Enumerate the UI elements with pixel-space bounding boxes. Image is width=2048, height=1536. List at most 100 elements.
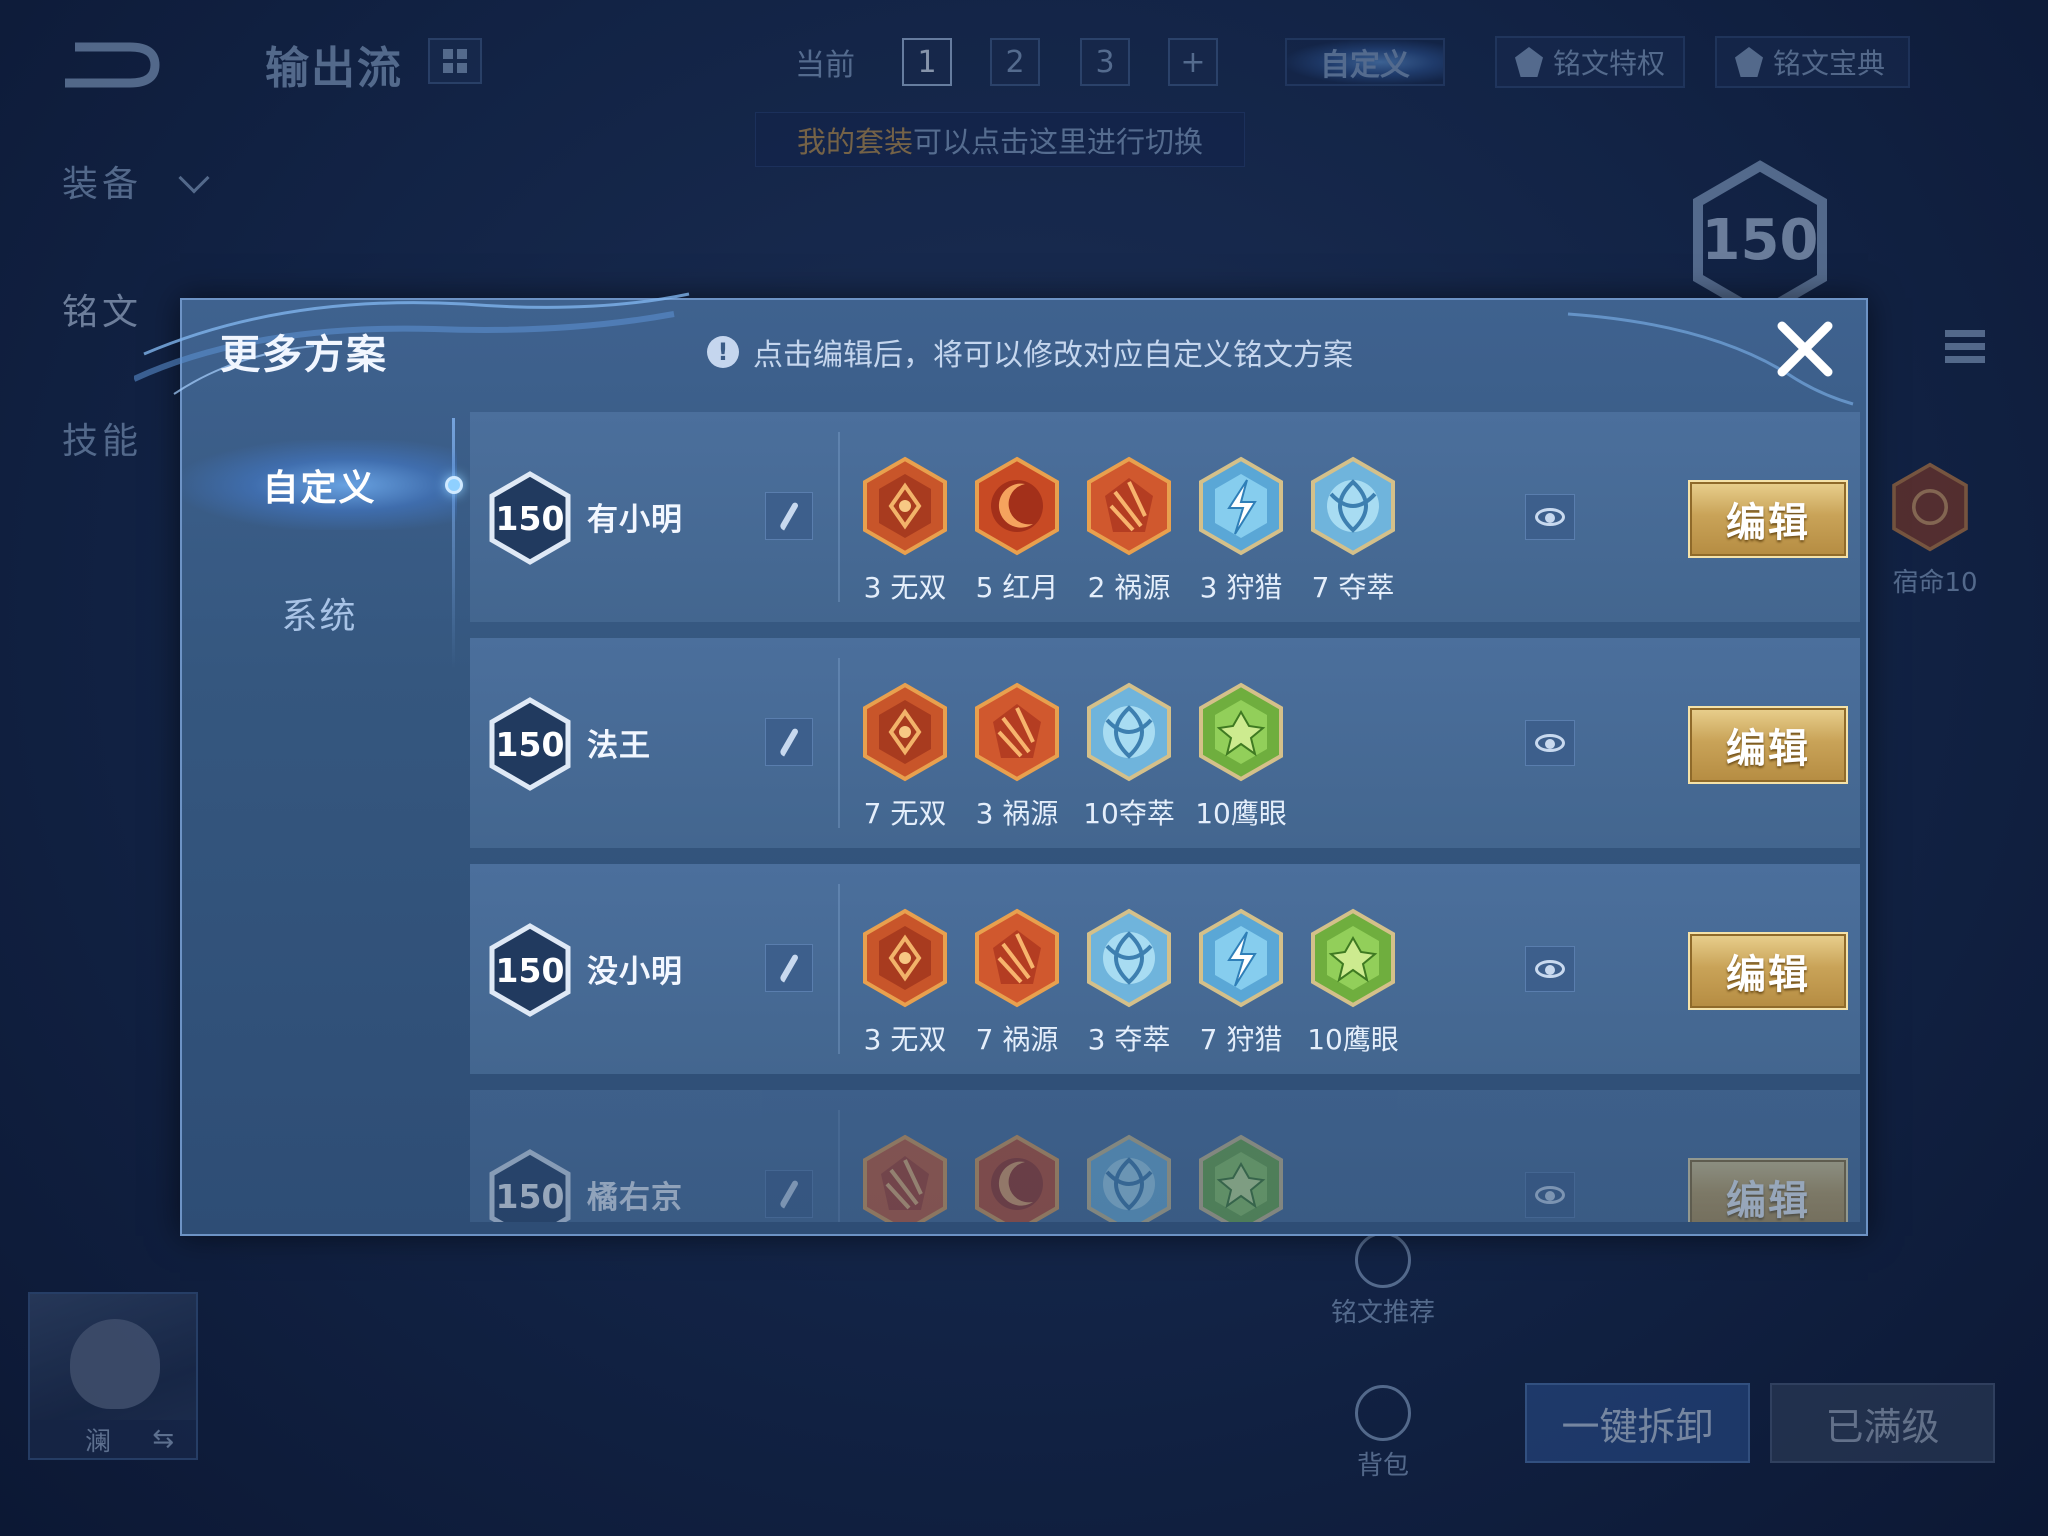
edit-button[interactable]: 编辑 [1688,1158,1848,1222]
tab-set-2[interactable]: 2 [990,38,1040,86]
close-icon [1777,321,1833,377]
total-level-value: 150 [1701,207,1819,273]
plan-row[interactable]: 150 有小明 3 无双 5 红月 2 祸源 3 狩猎 7 夺萃 编辑 [470,412,1860,622]
rune-codex-button[interactable]: 铭文宝典 [1715,36,1910,88]
rune-label: 3 无双 [863,571,947,604]
rune-label: 7 狩猎 [1199,1023,1283,1056]
rune-wushuang-icon [861,456,949,556]
fate-rune-slot[interactable]: 宿命10 [1885,462,1978,598]
rune-privilege-button[interactable]: 铭文特权 [1495,36,1685,88]
rune-item [1084,1134,1174,1222]
plan-list[interactable]: 150 有小明 3 无双 5 红月 2 祸源 3 狩猎 7 夺萃 编辑 150 … [470,412,1862,1222]
back-arrow-icon[interactable] [55,35,165,90]
rune-item: 3 祸源 [972,682,1062,832]
hero-name: 澜 [85,1426,112,1457]
rune-huoyuan-icon [973,908,1061,1008]
close-button[interactable] [1774,318,1836,380]
sidebar-item-equipment[interactable]: 装备 [62,155,142,207]
rune-item: 10夺萃 [1083,682,1175,832]
rune-item: 7 狩猎 [1196,908,1286,1058]
rune-label: 5 红月 [975,571,1059,604]
tab-custom-top[interactable]: 自定义 [1285,38,1445,86]
rune-item [860,1134,950,1222]
plan-row[interactable]: 150 没小明 3 无双 7 祸源 3 夺萃 7 狩猎 10鹰眼 编辑 [470,864,1860,1074]
rune-list: 3 无双 5 红月 2 祸源 3 狩猎 7 夺萃 [860,456,1398,606]
fate-rune-icon [1889,462,1971,552]
rune-huoyuan-icon [861,1134,949,1222]
rune-list [860,1134,1286,1222]
tab-set-3[interactable]: 3 [1080,38,1130,86]
rune-label: 2 祸源 [1087,571,1171,604]
rune-huoyuan-icon [1085,456,1173,556]
edit-button[interactable]: 编辑 [1688,480,1848,558]
rune-privilege-label: 铭文特权 [1553,47,1666,80]
rune-hongyue-icon [973,1134,1061,1222]
crown-icon [1515,47,1543,77]
row-divider [838,884,840,1054]
rune-label: 7 夺萃 [1311,571,1395,604]
rune-codex-label: 铭文宝典 [1773,47,1886,80]
rune-hongyue-icon [973,456,1061,556]
rune-label: 7 祸源 [975,1023,1059,1056]
rune-label: 3 无双 [863,1023,947,1056]
plan-name: 橘右京 [587,1180,683,1216]
edit-notice-text: 点击编辑后，将可以修改对应自定义铭文方案 [753,338,1353,373]
rename-pen-icon[interactable] [765,718,813,766]
rune-list: 3 无双 7 祸源 3 夺萃 7 狩猎 10鹰眼 [860,908,1399,1058]
rune-label: 3 狩猎 [1199,571,1283,604]
tab-add-set[interactable]: + [1168,38,1218,86]
rune-item: 5 红月 [972,456,1062,606]
plan-name: 法王 [587,728,651,764]
rename-pen-icon[interactable] [765,1170,813,1218]
hero-portrait [70,1319,160,1409]
rune-yingyan-icon [1309,908,1397,1008]
rune-item: 7 夺萃 [1308,456,1398,606]
fate-label: 宿命10 [1892,568,1978,598]
edit-button[interactable]: 编辑 [1688,932,1848,1010]
bag-icon [1355,1385,1411,1441]
bag-button[interactable]: 背包 [1313,1385,1453,1482]
plan-level-value: 150 [495,498,565,538]
info-icon: ! [707,336,739,368]
rename-pen-icon[interactable] [765,492,813,540]
rune-label: 10鹰眼 [1195,797,1287,830]
rune-item [972,1134,1062,1222]
unload-all-button[interactable]: 一键拆卸 [1525,1383,1750,1463]
maxed-button: 已满级 [1770,1383,1995,1463]
tab-custom[interactable]: 自定义 [182,440,463,530]
more-plans-dialog: 更多方案 ! 点击编辑后，将可以修改对应自定义铭文方案 自定义 系统 150 有… [134,292,1868,1236]
rune-label: 3 祸源 [975,797,1059,830]
preview-eye-icon[interactable] [1525,1172,1575,1218]
hint-text: 可以点击这里进行切换 [913,124,1204,159]
rune-label: 10夺萃 [1083,797,1175,830]
rune-recommend-button[interactable]: 铭文推荐 [1313,1232,1453,1329]
rune-yingyan-icon [1197,1134,1285,1222]
rune-shoulie-icon [1197,908,1285,1008]
rune-item: 3 狩猎 [1196,456,1286,606]
plan-name: 没小明 [587,954,683,990]
plan-row[interactable]: 150 橘右京 编辑 [470,1090,1860,1222]
plan-row[interactable]: 150 法王 7 无双 3 祸源 10夺萃 10鹰眼 编辑 [470,638,1860,848]
tab-current: 当前 [795,48,855,83]
preview-eye-icon[interactable] [1525,720,1575,766]
rune-item: 3 无双 [860,908,950,1058]
edit-button[interactable]: 编辑 [1688,706,1848,784]
preview-eye-icon[interactable] [1525,494,1575,540]
tab-system[interactable]: 系统 [182,568,457,658]
rename-pen-icon[interactable] [765,944,813,992]
selected-indicator [445,476,463,494]
hero-avatar[interactable]: 澜 ⇆ [28,1292,198,1460]
chevron-down-icon [178,162,210,194]
tab-set-1[interactable]: 1 [902,38,952,86]
total-level-badge: 150 [1690,160,1830,320]
preview-eye-icon[interactable] [1525,946,1575,992]
swap-icon[interactable]: ⇆ [152,1424,174,1454]
grid-icon[interactable] [428,38,482,84]
rune-item [1196,1134,1286,1222]
sidebar-item-skill[interactable]: 技能 [62,412,142,464]
plan-level-badge: 150 [488,470,572,566]
sidebar-item-rune[interactable]: 铭文 [62,283,142,335]
title-swoosh-decoration [134,292,690,395]
list-icon[interactable] [1945,330,1985,380]
rune-yingyan-icon [1197,682,1285,782]
